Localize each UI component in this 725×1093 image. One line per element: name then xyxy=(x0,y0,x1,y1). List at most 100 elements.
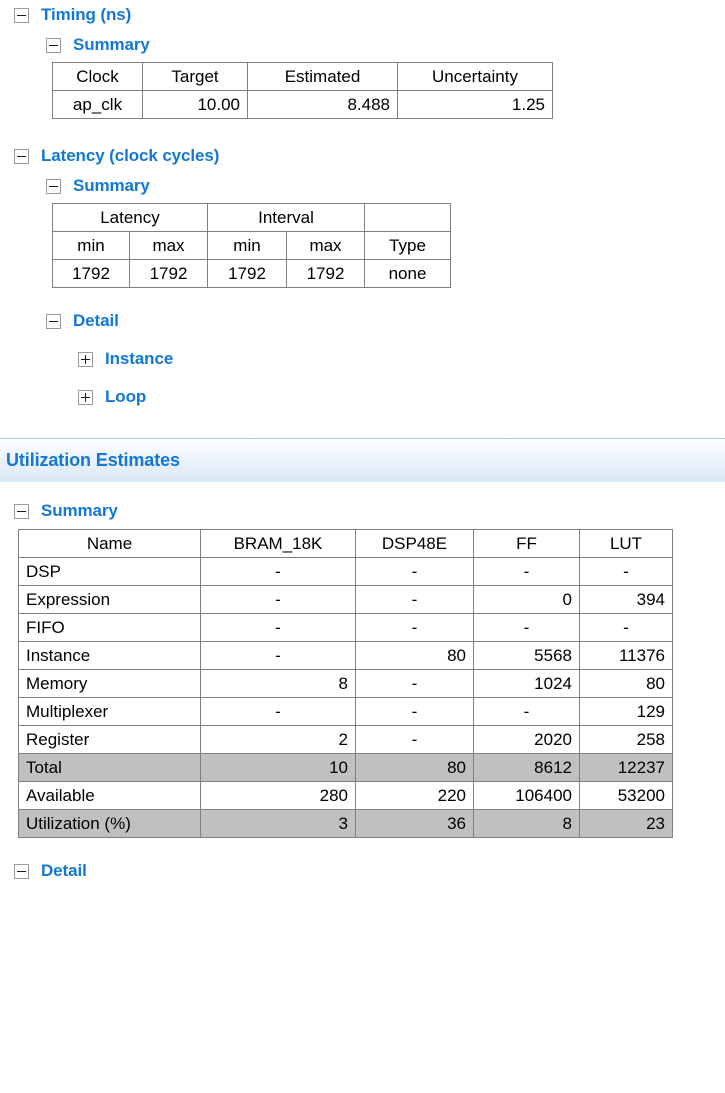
cell-resource-value: - xyxy=(200,697,356,726)
latency-summary-heading: Summary xyxy=(73,176,150,195)
column-header-interval-max: max xyxy=(286,231,365,260)
cell-resource-value: - xyxy=(355,669,474,698)
cell-interval-min: 1792 xyxy=(207,259,287,288)
cell-resource-value: - xyxy=(473,557,580,586)
cell-resource-name: DSP xyxy=(18,557,201,586)
cell-interval-max: 1792 xyxy=(286,259,365,288)
cell-resource-value: - xyxy=(355,585,474,614)
table-row: FIFO - - - - xyxy=(18,613,673,642)
cell-target: 10.00 xyxy=(142,90,248,119)
cell-resource-value: - xyxy=(355,697,474,726)
latency-detail-loop-label: Loop xyxy=(105,387,147,406)
minus-box-icon[interactable] xyxy=(14,148,29,164)
timing-summary-table-wrap: Clock Target Estimated Uncertainty ap_cl… xyxy=(0,60,725,119)
cell-resource-value: 1024 xyxy=(473,669,580,698)
minus-box-icon[interactable] xyxy=(14,7,29,23)
cell-uncertainty: 1.25 xyxy=(397,90,553,119)
table-row: ap_clk 10.00 8.488 1.25 xyxy=(52,90,553,119)
cell-resource-value: - xyxy=(200,585,356,614)
utilization-summary-table-wrap: Name BRAM_18K DSP48E FF LUT DSP - - - - Expre… xyxy=(0,526,725,838)
cell-resource-value: 129 xyxy=(579,697,673,726)
column-header-ff: FF xyxy=(473,529,580,558)
cell-clock-name: ap_clk xyxy=(52,90,143,119)
tree-node-latency-summary[interactable]: Summary xyxy=(0,171,725,201)
column-header-interval-min: min xyxy=(207,231,287,260)
latency-detail-heading: Detail xyxy=(73,311,119,330)
cell-resource-value: 80 xyxy=(579,669,673,698)
column-header-latency-max: max xyxy=(129,231,208,260)
cell-resource-value: - xyxy=(355,613,474,642)
cell-resource-value: - xyxy=(473,613,580,642)
utilization-detail-heading: Detail xyxy=(41,861,87,880)
cell-resource-name: Memory xyxy=(18,669,201,698)
table-row: Instance -80 5568 11376 xyxy=(18,641,673,670)
timing-summary-table: Clock Target Estimated Uncertainty ap_cl… xyxy=(52,62,553,119)
table-row: Multiplexer - - -129 xyxy=(18,697,673,726)
cell-resource-value: 5568 xyxy=(473,641,580,670)
cell-resource-value: 12237 xyxy=(579,753,673,782)
cell-resource-value: 2020 xyxy=(473,725,580,754)
tree-node-timing-summary[interactable]: Summary xyxy=(0,30,725,60)
column-header-name: Name xyxy=(18,529,201,558)
table-row: DSP - - - - xyxy=(18,557,673,586)
column-header-bram18k: BRAM_18K xyxy=(200,529,356,558)
table-row: 1792 1792 1792 1792 none xyxy=(52,259,451,288)
minus-box-icon[interactable] xyxy=(46,37,61,53)
cell-resource-value: 0 xyxy=(473,585,580,614)
cell-resource-name: Expression xyxy=(18,585,201,614)
table-header-row: Name BRAM_18K DSP48E FF LUT xyxy=(18,529,673,558)
timing-summary-heading: Summary xyxy=(73,35,150,54)
column-header-dsp48e: DSP48E xyxy=(355,529,474,558)
tree-node-latency-detail-loop[interactable]: Loop xyxy=(0,382,725,412)
group-header-latency: Latency xyxy=(52,203,208,232)
minus-box-icon[interactable] xyxy=(46,313,61,329)
cell-resource-name: Multiplexer xyxy=(18,697,201,726)
cell-resource-name: FIFO xyxy=(18,613,201,642)
cell-resource-value: 53200 xyxy=(579,781,673,810)
plus-box-icon[interactable] xyxy=(78,351,93,367)
cell-resource-value: 8 xyxy=(473,809,580,838)
cell-resource-name: Total xyxy=(18,753,201,782)
group-header-interval: Interval xyxy=(207,203,365,232)
cell-resource-value: - xyxy=(579,613,673,642)
minus-box-icon[interactable] xyxy=(46,178,61,194)
latency-heading: Latency (clock cycles) xyxy=(41,146,220,165)
cell-resource-value: 80 xyxy=(355,753,474,782)
column-header-latency-min: min xyxy=(52,231,130,260)
utilization-section-banner: Utilization Estimates xyxy=(0,438,725,482)
utilization-summary-heading: Summary xyxy=(41,501,118,520)
latency-detail-instance-label: Instance xyxy=(105,349,174,368)
table-group-header-row: Latency Interval xyxy=(52,203,451,232)
latency-summary-table-wrap: Latency Interval min max min max Type 17… xyxy=(0,201,725,288)
tree-node-utilization-summary[interactable]: Summary xyxy=(0,496,725,526)
column-header-estimated: Estimated xyxy=(247,62,398,91)
cell-resource-value: 23 xyxy=(579,809,673,838)
latency-summary-table: Latency Interval min max min max Type 17… xyxy=(52,203,451,288)
table-row: Utilization (%) 3 36 8 23 xyxy=(18,809,673,838)
table-row: Available 280 220 106400 53200 xyxy=(18,781,673,810)
cell-resource-value: 3 xyxy=(200,809,356,838)
utilization-section-heading: Utilization Estimates xyxy=(6,450,180,470)
cell-resource-name: Instance xyxy=(18,641,201,670)
cell-resource-value: - xyxy=(355,725,474,754)
cell-resource-value: 2 xyxy=(200,725,356,754)
table-subheader-row: min max min max Type xyxy=(52,231,451,260)
tree-node-timing[interactable]: Timing (ns) xyxy=(0,0,725,30)
tree-node-latency-detail-instance[interactable]: Instance xyxy=(0,344,725,374)
tree-node-latency[interactable]: Latency (clock cycles) xyxy=(0,141,725,171)
cell-resource-value: 8612 xyxy=(473,753,580,782)
tree-node-utilization-detail[interactable]: Detail xyxy=(0,856,725,886)
timing-heading: Timing (ns) xyxy=(41,5,132,24)
minus-box-icon[interactable] xyxy=(14,863,29,879)
plus-box-icon[interactable] xyxy=(78,389,93,405)
column-header-type: Type xyxy=(364,231,451,260)
cell-resource-value: 106400 xyxy=(473,781,580,810)
cell-resource-value: 258 xyxy=(579,725,673,754)
table-row: Expression - -0 394 xyxy=(18,585,673,614)
cell-resource-name: Register xyxy=(18,725,201,754)
tree-node-latency-detail[interactable]: Detail xyxy=(0,306,725,336)
utilization-summary-table: Name BRAM_18K DSP48E FF LUT DSP - - - - Expre… xyxy=(18,529,673,838)
minus-box-icon[interactable] xyxy=(14,503,29,519)
cell-resource-value: - xyxy=(473,697,580,726)
cell-type: none xyxy=(364,259,451,288)
